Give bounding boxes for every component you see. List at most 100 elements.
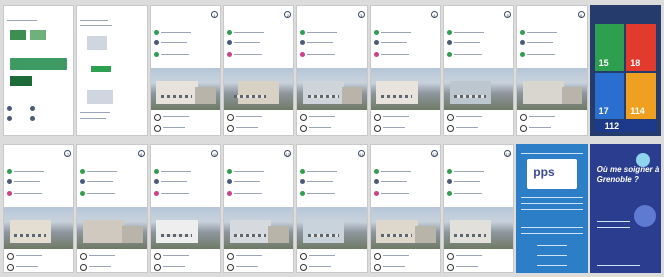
phone-icon (446, 264, 454, 271)
text-line (307, 32, 338, 34)
phone-icon (373, 264, 381, 271)
text-line (7, 20, 37, 22)
text-line (453, 193, 482, 195)
eu-number: 112 (604, 121, 620, 131)
illustration (87, 90, 114, 104)
building-photo (77, 207, 147, 249)
building-photo (150, 68, 220, 110)
clock-icon (226, 253, 234, 260)
pps-panel: pps (516, 144, 588, 273)
text-line (527, 54, 556, 56)
transport-icon (226, 191, 232, 196)
accepted-icon (446, 169, 452, 174)
location-panel: 11 (296, 144, 368, 273)
text-line (537, 245, 567, 247)
text-line (455, 127, 478, 129)
phone-icon (226, 125, 234, 132)
clock-icon (373, 114, 381, 121)
text-line (16, 266, 38, 268)
text-line (235, 127, 258, 129)
building-photo (297, 68, 367, 110)
building-photo (443, 207, 514, 249)
location-panel: 13 (442, 144, 515, 273)
sms-tile: 114 (626, 72, 656, 119)
location-number: 12 (430, 150, 438, 157)
text-line (521, 209, 583, 211)
text-line (307, 193, 336, 195)
text-line (537, 265, 567, 267)
transport-icon (520, 52, 526, 57)
transport-icon (446, 52, 452, 57)
phone-icon (7, 264, 14, 271)
text-line (527, 32, 558, 34)
accepted-icon (80, 169, 86, 174)
text-line (380, 193, 409, 195)
info-icon (30, 116, 35, 121)
text-line (380, 42, 407, 44)
transport-icon (80, 191, 86, 196)
clock-icon (80, 253, 88, 260)
accepted-icon (7, 169, 12, 174)
text-line (453, 42, 480, 44)
text-line (537, 255, 567, 257)
text-line (382, 266, 405, 268)
text-line (162, 266, 185, 268)
health-card-image (10, 76, 32, 86)
clock-icon (300, 114, 308, 121)
location-pin-icon (446, 40, 452, 45)
text-line (521, 203, 583, 205)
sms-number: 114 (630, 106, 645, 116)
location-panel: 6 (516, 5, 588, 136)
location-panel: 12 (369, 144, 441, 273)
phone-icon (300, 264, 308, 271)
building-photo (223, 207, 294, 249)
panel-how-to (76, 5, 148, 136)
location-pin-icon (446, 179, 452, 184)
accepted-icon (520, 30, 526, 35)
text-line (309, 127, 332, 129)
text-line (87, 193, 116, 195)
cover-panel: Où me soigner à Grenoble ? (589, 144, 661, 273)
location-number: 4 (430, 11, 438, 18)
location-pin-icon (373, 179, 379, 184)
transport-icon (153, 52, 159, 57)
text-line (80, 118, 107, 120)
text-line (235, 266, 258, 268)
text-line (527, 42, 554, 44)
location-number: 10 (284, 150, 292, 157)
location-pin-icon (80, 179, 86, 184)
text-line (307, 181, 334, 183)
european-emergency-tile: 112 (594, 120, 656, 132)
building-photo (223, 68, 294, 110)
clock-icon (300, 253, 308, 260)
text-line (453, 32, 484, 34)
text-line (455, 116, 482, 118)
text-line (233, 193, 262, 195)
location-pin-icon (7, 179, 12, 184)
text-line (233, 42, 260, 44)
phone-icon (153, 125, 161, 132)
phone-icon (226, 264, 234, 271)
accepted-icon (446, 30, 452, 35)
text-line (521, 153, 583, 155)
police-tile: 17 (594, 72, 625, 119)
building-photo (370, 68, 440, 110)
text-line (89, 255, 116, 257)
text-line (307, 171, 338, 173)
text-line (233, 171, 264, 173)
text-line (453, 181, 480, 183)
text-line (596, 221, 630, 223)
phone-icon (80, 264, 88, 271)
accepted-icon (153, 30, 159, 35)
transport-icon (300, 52, 306, 57)
emergency-grid: 15 18 17 114 (594, 24, 656, 119)
location-number: 11 (357, 150, 365, 157)
accepted-icon (226, 169, 232, 174)
transport-icon (373, 191, 379, 196)
building-photo (443, 68, 514, 110)
phone-icon (153, 264, 161, 271)
text-line (309, 266, 332, 268)
pps-logo: pps (533, 165, 555, 179)
illustration (87, 36, 108, 50)
location-pin-icon (300, 179, 306, 184)
